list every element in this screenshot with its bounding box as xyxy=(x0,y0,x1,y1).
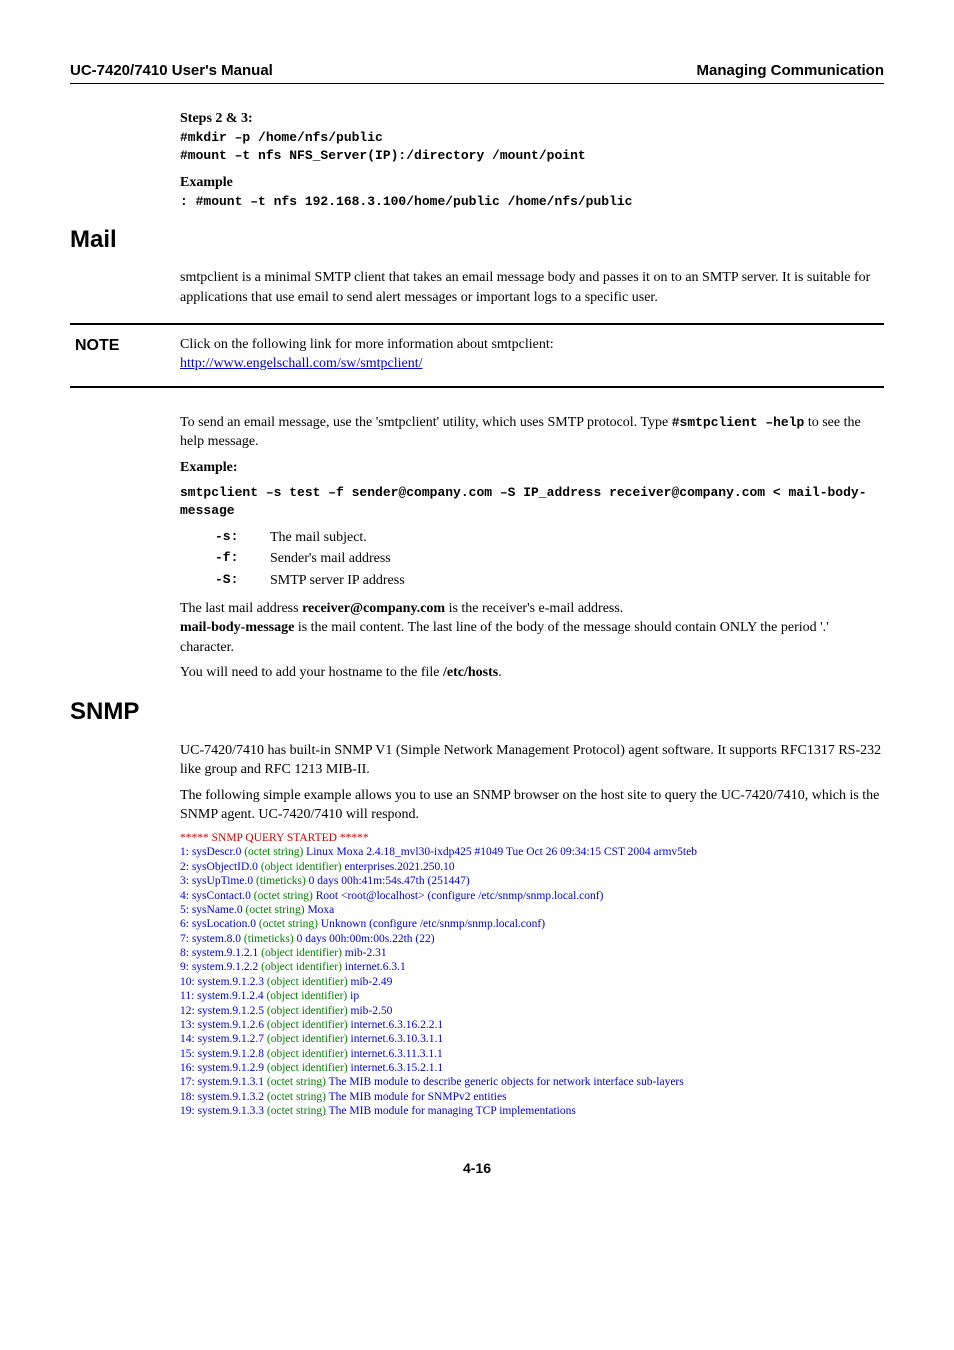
snmp-line: 13: system.9.1.2.6 (object identifier) i… xyxy=(180,1018,884,1032)
steps-cmd1: #mkdir –p /home/nfs/public xyxy=(180,129,884,147)
steps-title: Steps 2 & 3: xyxy=(180,109,884,129)
steps-block: Steps 2 & 3: #mkdir –p /home/nfs/public … xyxy=(180,109,884,211)
note-box: NOTE Click on the following link for mor… xyxy=(70,323,884,388)
mail-para1: smtpclient is a minimal SMTP client that… xyxy=(180,268,884,307)
snmp-line: 15: system.9.1.2.8 (object identifier) i… xyxy=(180,1047,884,1061)
snmp-line: 1: sysDescr.0 (octet string) Linux Moxa … xyxy=(180,845,884,859)
snmp-para1: UC-7420/7410 has built-in SNMP V1 (Simpl… xyxy=(180,741,884,780)
flag-row: -s:The mail subject. xyxy=(215,528,884,548)
example-cmd: : #mount –t nfs 192.168.3.100/home/publi… xyxy=(180,193,884,211)
snmp-line: 17: system.9.1.3.1 (octet string) The MI… xyxy=(180,1075,884,1089)
snmp-line: 16: system.9.1.2.9 (object identifier) i… xyxy=(180,1061,884,1075)
snmp-line: 10: system.9.1.2.3 (object identifier) m… xyxy=(180,975,884,989)
snmp-line: 9: system.9.1.2.2 (object identifier) in… xyxy=(180,960,884,974)
mail-body: To send an email message, use the 'smtpc… xyxy=(180,413,884,520)
note-link[interactable]: http://www.engelschall.com/sw/smtpclient… xyxy=(180,356,423,371)
flag-row: -S:SMTP server IP address xyxy=(215,571,884,591)
snmp-line: 6: sysLocation.0 (octet string) Unknown … xyxy=(180,917,884,931)
page-number: 4-16 xyxy=(70,1159,884,1179)
mail-intro: smtpclient is a minimal SMTP client that… xyxy=(180,268,884,307)
snmp-line: 14: system.9.1.2.7 (object identifier) i… xyxy=(180,1032,884,1046)
steps-cmd2: #mount –t nfs NFS_Server(IP):/directory … xyxy=(180,147,884,165)
flag-key: -f: xyxy=(215,549,270,569)
snmp-line: 18: system.9.1.3.2 (octet string) The MI… xyxy=(180,1090,884,1104)
header-left: UC-7420/7410 User's Manual xyxy=(70,60,273,81)
note-label: NOTE xyxy=(75,335,180,374)
snmp-line: 7: system.8.0 (timeticks) 0 days 00h:00m… xyxy=(180,932,884,946)
snmp-output: ***** SNMP QUERY STARTED *****1: sysDesc… xyxy=(180,831,884,1119)
flags-list: -s:The mail subject.-f:Sender's mail add… xyxy=(70,528,884,591)
mail-heading: Mail xyxy=(70,223,884,257)
snmp-line: 12: system.9.1.2.5 (object identifier) m… xyxy=(180,1004,884,1018)
note-body: Click on the following link for more inf… xyxy=(180,335,879,374)
snmp-line: 2: sysObjectID.0 (object identifier) ent… xyxy=(180,860,884,874)
snmp-line: 11: system.9.1.2.4 (object identifier) i… xyxy=(180,989,884,1003)
flag-desc: Sender's mail address xyxy=(270,549,391,569)
mail-example-label: Example: xyxy=(180,458,884,478)
flag-desc: SMTP server IP address xyxy=(270,571,405,591)
snmp-para2: The following simple example allows you … xyxy=(180,786,884,825)
snmp-heading: SNMP xyxy=(70,695,884,729)
snmp-line: 4: sysContact.0 (octet string) Root <roo… xyxy=(180,889,884,903)
note-text: Click on the following link for more inf… xyxy=(180,337,554,352)
flag-row: -f:Sender's mail address xyxy=(215,549,884,569)
example-label: Example xyxy=(180,173,884,193)
snmp-line: ***** SNMP QUERY STARTED ***** xyxy=(180,831,884,845)
mail-para2: To send an email message, use the 'smtpc… xyxy=(180,413,884,452)
mail-cmd: smtpclient –s test –f sender@company.com… xyxy=(180,484,884,520)
snmp-line: 5: sysName.0 (octet string) Moxa xyxy=(180,903,884,917)
header-right: Managing Communication xyxy=(697,60,885,81)
flag-key: -s: xyxy=(215,528,270,548)
page-header: UC-7420/7410 User's Manual Managing Comm… xyxy=(70,60,884,84)
mail-footer-text: The last mail address receiver@company.c… xyxy=(180,599,884,683)
snmp-line: 8: system.9.1.2.1 (object identifier) mi… xyxy=(180,946,884,960)
mail-last1: The last mail address receiver@company.c… xyxy=(180,599,884,658)
mail-last3: You will need to add your hostname to th… xyxy=(180,663,884,683)
snmp-line: 19: system.9.1.3.3 (octet string) The MI… xyxy=(180,1104,884,1118)
snmp-body: UC-7420/7410 has built-in SNMP V1 (Simpl… xyxy=(180,741,884,1119)
flag-desc: The mail subject. xyxy=(270,528,367,548)
flag-key: -S: xyxy=(215,571,270,591)
snmp-line: 3: sysUpTime.0 (timeticks) 0 days 00h:41… xyxy=(180,874,884,888)
